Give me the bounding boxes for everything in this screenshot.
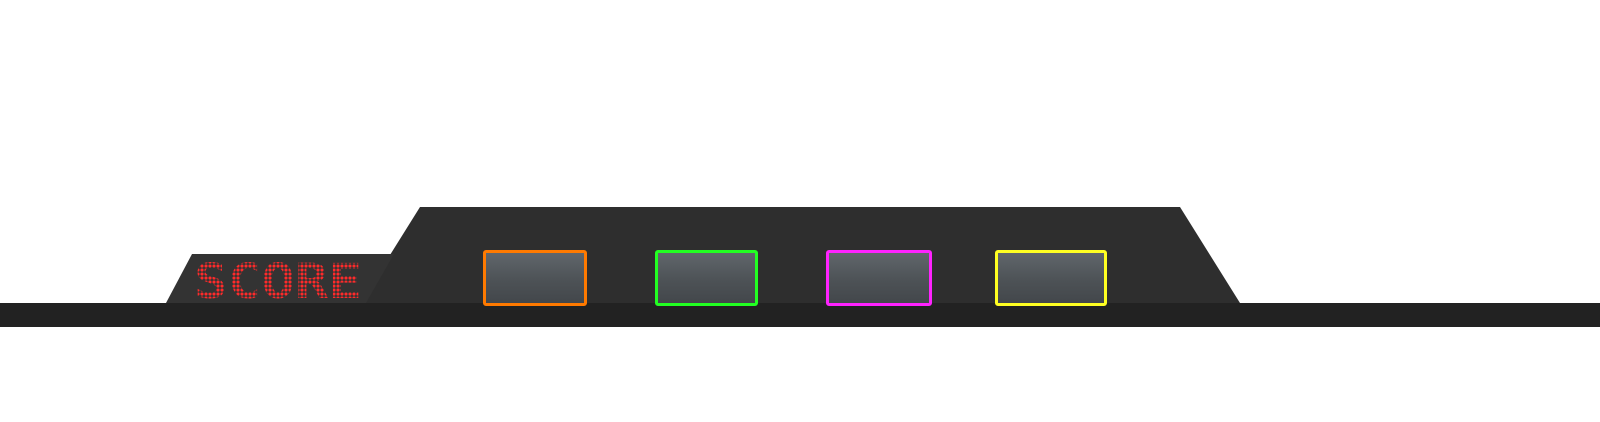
orange-pad[interactable] (483, 250, 587, 306)
green-pad[interactable] (655, 250, 758, 306)
magenta-pad[interactable] (826, 250, 932, 306)
yellow-pad[interactable] (995, 250, 1107, 306)
score-display: SCORE (194, 254, 362, 310)
game-console: SCORE (0, 0, 1600, 422)
